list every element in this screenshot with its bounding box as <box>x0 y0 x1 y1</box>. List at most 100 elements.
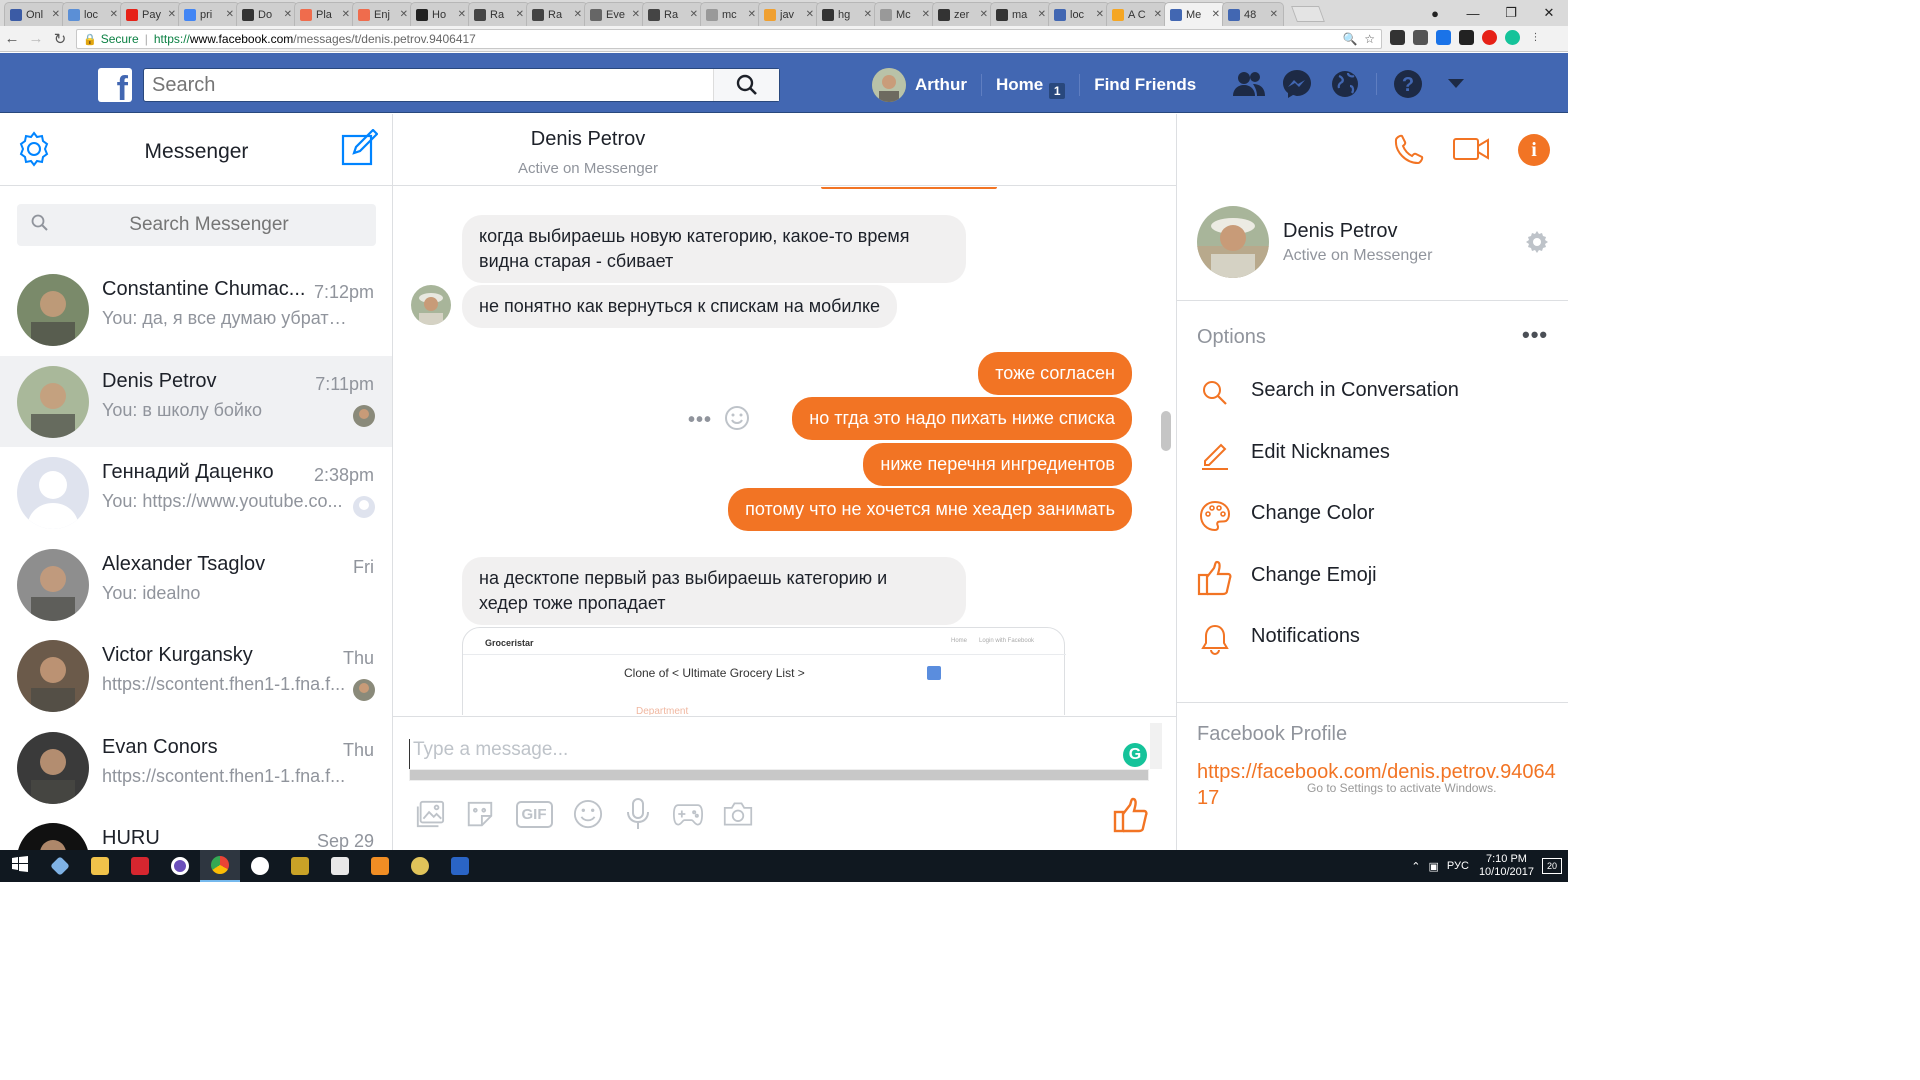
powershell-icon[interactable] <box>440 850 480 882</box>
home-link[interactable]: Home 1 <box>996 75 1066 99</box>
message-bubble-incoming[interactable]: когда выбираешь новую категорию, какое-т… <box>462 215 966 283</box>
browser-tab[interactable]: loc ✕ <box>1048 2 1110 26</box>
extension-icon[interactable] <box>1482 30 1497 45</box>
address-bar[interactable]: 🔒 Secure | https://www.facebook.com/mess… <box>76 29 1382 49</box>
messenger-search-input[interactable] <box>49 214 369 236</box>
taskbar-app-icon[interactable] <box>400 850 440 882</box>
thread-item[interactable]: Constantine Chumac... 7:12pm You: да, я вс… <box>0 264 392 356</box>
send-like-icon[interactable] <box>1113 797 1149 838</box>
extension-icon[interactable] <box>1436 30 1451 45</box>
network-icon[interactable]: ▣ <box>1429 860 1439 873</box>
vivaldi-icon[interactable] <box>120 850 160 882</box>
message-bubble-incoming[interactable]: не понятно как вернуться к спискам на мо… <box>462 285 898 328</box>
tab-close-icon[interactable]: ✕ <box>1096 9 1104 20</box>
browser-tab[interactable]: Ra ✕ <box>526 2 588 26</box>
tab-close-icon[interactable]: ✕ <box>1270 9 1278 20</box>
add-photo-icon[interactable] <box>415 799 445 829</box>
tab-close-icon[interactable]: ✕ <box>1038 9 1046 20</box>
peer-avatar[interactable] <box>411 285 451 325</box>
thread-item[interactable]: Evan Conors Thu https://scontent.fhen1-1.f… <box>0 722 392 814</box>
option-edit-nicknames[interactable]: Edit Nicknames <box>1197 437 1459 499</box>
browser-tab[interactable]: Ho ✕ <box>410 2 472 26</box>
option-change-color[interactable]: Change Color <box>1197 498 1459 560</box>
image-attachment[interactable]: Groceristar Home Login with Facebook Clo… <box>462 627 1066 715</box>
options-more-icon[interactable]: ••• <box>1522 322 1548 348</box>
file-explorer-icon[interactable] <box>80 850 120 882</box>
tray-chevron-icon[interactable]: ⌃ <box>1411 860 1420 873</box>
reaction-emoji-icon[interactable] <box>724 405 750 436</box>
tab-close-icon[interactable]: ✕ <box>980 9 988 20</box>
maximize-button[interactable]: ❐ <box>1492 5 1530 21</box>
thread-item[interactable]: HURU Sep 29 <box>0 813 392 850</box>
thread-item[interactable]: Геннадий Даценко 2:38pm You: https://www.y… <box>0 447 392 539</box>
tab-close-icon[interactable]: ✕ <box>284 9 292 20</box>
browser-tab[interactable]: Pla ✕ <box>294 2 356 26</box>
option-change-emoji[interactable]: Change Emoji <box>1197 560 1459 622</box>
minimize-button[interactable]: — <box>1454 6 1492 21</box>
sticker-icon[interactable] <box>465 799 495 829</box>
extension-icon[interactable] <box>1459 30 1474 45</box>
browser-tab[interactable]: Pay ✕ <box>120 2 182 26</box>
tab-close-icon[interactable]: ✕ <box>864 9 872 20</box>
tab-close-icon[interactable]: ✕ <box>1154 9 1162 20</box>
browser-tab[interactable]: Ra ✕ <box>468 2 530 26</box>
friend-requests-icon[interactable] <box>1232 67 1266 101</box>
tab-close-icon[interactable]: ✕ <box>110 9 118 20</box>
message-bubble-outgoing[interactable]: тоже согласен <box>978 352 1132 395</box>
message-input[interactable]: Type a message... <box>409 739 1149 773</box>
yandex-browser-icon[interactable] <box>240 850 280 882</box>
tab-close-icon[interactable]: ✕ <box>922 9 930 20</box>
tab-close-icon[interactable]: ✕ <box>806 9 814 20</box>
emoji-icon[interactable] <box>573 799 603 829</box>
browser-tab[interactable]: Ra ✕ <box>642 2 704 26</box>
globe-notifications-icon[interactable] <box>1328 67 1362 101</box>
extension-icon[interactable] <box>1413 30 1428 45</box>
forward-button[interactable]: → <box>24 30 48 47</box>
browser-tab[interactable]: hg ✕ <box>816 2 878 26</box>
tab-close-icon[interactable]: ✕ <box>226 9 234 20</box>
sublime-text-icon[interactable] <box>360 850 400 882</box>
close-window-button[interactable]: ✕ <box>1530 5 1568 21</box>
browser-tab[interactable]: Do ✕ <box>236 2 298 26</box>
gif-button[interactable]: GIF <box>515 799 553 829</box>
find-friends-link[interactable]: Find Friends <box>1094 75 1196 95</box>
chrome-icon[interactable] <box>200 850 240 882</box>
tab-close-icon[interactable]: ✕ <box>400 9 408 20</box>
tab-close-icon[interactable]: ✕ <box>632 9 640 20</box>
browser-tab[interactable]: A C ✕ <box>1106 2 1168 26</box>
browser-tab[interactable]: loc ✕ <box>62 2 124 26</box>
composer-horizontal-scrollbar[interactable] <box>409 769 1149 781</box>
help-icon[interactable]: ? <box>1391 67 1425 101</box>
conversation-name[interactable]: Denis Petrov <box>0 128 1176 151</box>
tab-close-icon[interactable]: ✕ <box>574 9 582 20</box>
browser-tab[interactable]: zer ✕ <box>932 2 994 26</box>
option-notifications[interactable]: Notifications <box>1197 621 1459 683</box>
browser-tab[interactable]: Onl ✕ <box>4 2 66 26</box>
message-bubble-outgoing[interactable]: потому что не хочется мне хеадер занимат… <box>728 488 1132 531</box>
windows-start-icon[interactable] <box>0 855 40 877</box>
profile-icon[interactable]: ● <box>1416 6 1454 21</box>
facebook-logo[interactable]: f <box>98 68 132 108</box>
tab-close-icon[interactable]: ✕ <box>748 9 756 20</box>
menu-kebab-icon[interactable]: ⋮ <box>1528 30 1543 45</box>
more-actions-icon[interactable]: ••• <box>688 409 712 432</box>
option-search-in-conversation[interactable]: Search in Conversation <box>1197 375 1459 437</box>
microphone-icon[interactable] <box>623 798 653 829</box>
bookmark-star-icon[interactable]: ☆ <box>1364 32 1375 46</box>
messenger-icon[interactable] <box>1280 67 1314 101</box>
browser-tab[interactable]: mc ✕ <box>700 2 762 26</box>
tab-close-icon[interactable]: ✕ <box>342 9 350 20</box>
tab-close-icon[interactable]: ✕ <box>168 9 176 20</box>
tab-close-icon[interactable]: ✕ <box>516 9 524 20</box>
taskbar-app-icon[interactable] <box>320 850 360 882</box>
camera-icon[interactable] <box>723 799 753 829</box>
browser-tab[interactable]: Mc ✕ <box>874 2 936 26</box>
language-indicator[interactable]: РУС <box>1447 860 1469 872</box>
message-bubble-incoming[interactable]: на десктопе первый раз выбираешь категор… <box>462 557 966 625</box>
taskbar-app-icon[interactable] <box>160 850 200 882</box>
message-bubble-outgoing[interactable]: но тгда это надо пихать ниже списка <box>792 397 1132 440</box>
message-bubble-outgoing[interactable]: ниже перечня ингредиентов <box>863 443 1132 486</box>
reload-button[interactable]: ↻ <box>48 30 72 48</box>
tab-close-icon[interactable]: ✕ <box>1212 9 1220 20</box>
facebook-search-input[interactable] <box>144 69 713 101</box>
